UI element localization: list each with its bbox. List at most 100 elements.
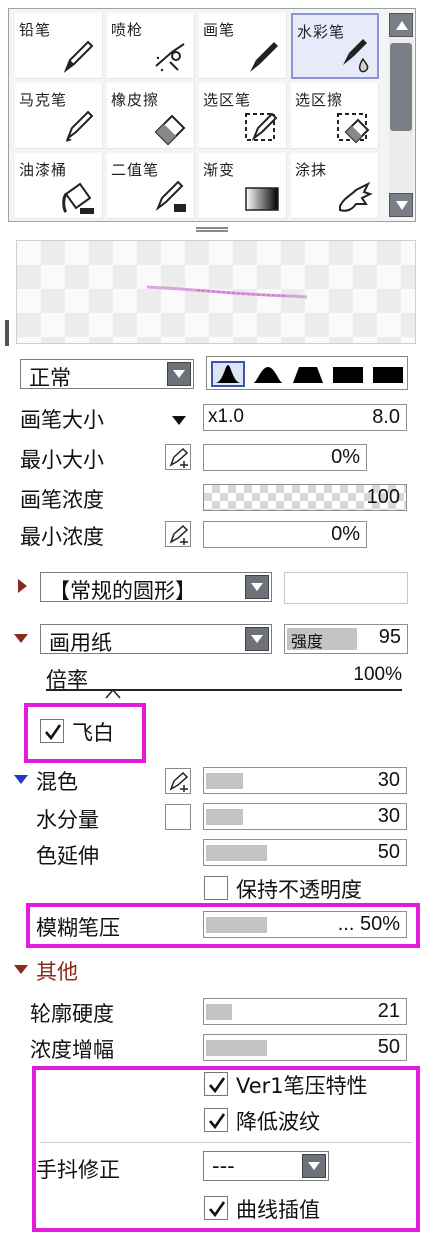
other-section-title[interactable]: 其他 xyxy=(36,956,78,986)
blur-pressure-label: 模糊笔压 xyxy=(36,916,120,940)
color-extend-label: 色延伸 xyxy=(36,844,99,868)
dropdown-button[interactable] xyxy=(245,627,269,651)
tool-marker[interactable]: 马克笔 xyxy=(15,83,103,149)
stabilizer-value: --- xyxy=(212,1154,235,1178)
dry-brush-checkbox[interactable] xyxy=(40,719,64,743)
keep-opacity-label: 保持不透明度 xyxy=(236,878,362,902)
tool-smudge[interactable]: 涂抹 xyxy=(291,153,379,219)
min-size-label: 最小大小 xyxy=(20,448,104,472)
mix-value: 30 xyxy=(377,769,400,791)
min-density-pressure-button[interactable] xyxy=(165,521,191,547)
mix-pressure-button[interactable] xyxy=(165,768,191,794)
blend-mode-dropdown[interactable]: 正常 xyxy=(20,359,194,390)
density-gain-value: 50 xyxy=(377,1036,400,1058)
tool-brush[interactable]: 画笔 xyxy=(199,13,287,79)
min-density-field[interactable]: 0% xyxy=(203,521,367,548)
dropdown-button[interactable] xyxy=(302,1154,326,1178)
tool-label: 画笔 xyxy=(203,21,236,39)
tool-eraser[interactable]: 橡皮擦 xyxy=(107,83,195,149)
tool-pencil[interactable]: 铅笔 xyxy=(15,13,103,79)
left-resize-grip[interactable] xyxy=(5,320,9,346)
ver1-pressure-checkbox[interactable] xyxy=(204,1072,228,1096)
mix-fill xyxy=(206,773,243,789)
brush-shape-dropdown[interactable]: 【常规的圆形】 xyxy=(40,572,272,603)
brush-tip-shapes xyxy=(206,356,408,390)
selection-eraser-icon xyxy=(337,113,370,144)
tip-shape-medium[interactable] xyxy=(251,361,285,387)
blur-pressure-value: ... 50% xyxy=(337,913,400,935)
tool-selection-pen[interactable]: 选区笔 xyxy=(199,83,287,149)
paper-texture-dropdown[interactable]: 画用纸 xyxy=(40,624,272,655)
tip-shape-hard[interactable] xyxy=(331,361,365,387)
size-multiplier: x1.0 xyxy=(208,406,244,427)
tool-gradient[interactable]: 渐变 xyxy=(199,153,287,219)
chevron-down-icon xyxy=(251,583,263,591)
tool-airbrush[interactable]: 喷枪 xyxy=(107,13,195,79)
brush-shape-strength-field[interactable] xyxy=(284,572,408,604)
tip-shape-soft[interactable] xyxy=(211,361,245,387)
gradient-icon xyxy=(245,187,279,211)
brush-size-value: 8.0 xyxy=(372,406,400,428)
reduce-moire-checkbox[interactable] xyxy=(204,1108,228,1132)
brush-density-slider[interactable]: 100 xyxy=(203,484,407,511)
min-size-pressure-button[interactable] xyxy=(165,444,191,470)
paper-strength-field[interactable]: 强度 95 xyxy=(284,624,408,654)
tip-shape-square[interactable] xyxy=(371,361,405,387)
tool-palette: 铅笔 喷枪 画笔 水彩笔 马克笔 橡皮擦 选区笔 选区擦 油漆桶 二值笔 渐变 … xyxy=(8,8,416,222)
curve-interp-checkbox[interactable] xyxy=(204,1196,228,1220)
tip-shape-flat[interactable] xyxy=(291,361,325,387)
reduce-moire-label: 降低波纹 xyxy=(236,1110,320,1134)
ver1-pressure-label: Ver1笔压特性 xyxy=(236,1074,368,1098)
chevron-down-icon xyxy=(173,370,185,378)
checkmark-icon xyxy=(45,724,62,741)
marker-icon xyxy=(65,110,94,142)
min-density-value: 0% xyxy=(331,523,360,545)
water-slider[interactable]: 30 xyxy=(203,803,407,830)
density-gain-fill xyxy=(206,1040,267,1056)
min-density-label: 最小浓度 xyxy=(20,525,104,549)
tool-binary-pen[interactable]: 二值笔 xyxy=(107,153,195,219)
edge-hardness-slider[interactable]: 21 xyxy=(203,998,407,1025)
panel-resize-handle[interactable] xyxy=(196,227,228,232)
edge-hardness-label: 轮廓硬度 xyxy=(30,1002,114,1026)
tool-watercolor[interactable]: 水彩笔 xyxy=(291,13,379,79)
chevron-down-icon xyxy=(308,1162,320,1170)
stabilizer-dropdown[interactable]: --- xyxy=(203,1151,329,1181)
scroll-up-button[interactable] xyxy=(389,13,413,37)
min-size-field[interactable]: 0% xyxy=(203,444,367,471)
water-pressure-toggle[interactable] xyxy=(165,804,191,830)
blend-mode-value: 正常 xyxy=(29,366,71,390)
checkmark-icon xyxy=(209,1201,226,1218)
collapse-arrow-icon[interactable] xyxy=(14,634,28,643)
flat-tip-icon xyxy=(293,367,323,383)
stabilizer-label: 手抖修正 xyxy=(36,1158,120,1182)
keep-opacity-checkbox[interactable] xyxy=(204,876,228,900)
tool-label: 渐变 xyxy=(203,161,236,179)
brush-size-field[interactable]: x1.0 8.0 xyxy=(203,404,407,431)
mix-collapse-arrow-icon[interactable] xyxy=(14,775,28,784)
soft-tip-icon xyxy=(215,365,241,383)
color-extend-slider[interactable]: 50 xyxy=(203,839,407,866)
scroll-thumb[interactable] xyxy=(390,43,412,131)
dropdown-button[interactable] xyxy=(167,362,191,386)
ratio-slider-track[interactable] xyxy=(46,689,402,691)
dropdown-button[interactable] xyxy=(245,575,269,599)
size-menu-arrow[interactable] xyxy=(172,416,186,425)
ratio-slider-handle[interactable] xyxy=(105,689,121,699)
brush-density-value: 100 xyxy=(366,486,400,508)
water-label: 水分量 xyxy=(36,808,99,832)
mix-slider[interactable]: 30 xyxy=(203,767,407,794)
tool-selection-eraser[interactable]: 选区擦 xyxy=(291,83,379,149)
medium-tip-icon xyxy=(253,367,283,383)
density-gain-slider[interactable]: 50 xyxy=(203,1034,407,1061)
brush-size-label: 画笔大小 xyxy=(20,408,104,432)
expand-arrow-icon[interactable] xyxy=(18,579,27,593)
tool-paint-bucket[interactable]: 油漆桶 xyxy=(15,153,103,219)
scroll-down-button[interactable] xyxy=(389,193,413,217)
eraser-icon xyxy=(154,114,186,146)
blur-pressure-slider[interactable]: ... 50% xyxy=(203,911,407,938)
color-extend-fill xyxy=(206,845,267,861)
palette-scrollbar[interactable] xyxy=(389,13,413,217)
other-collapse-arrow-icon[interactable] xyxy=(14,965,28,974)
pencil-icon xyxy=(63,40,94,73)
